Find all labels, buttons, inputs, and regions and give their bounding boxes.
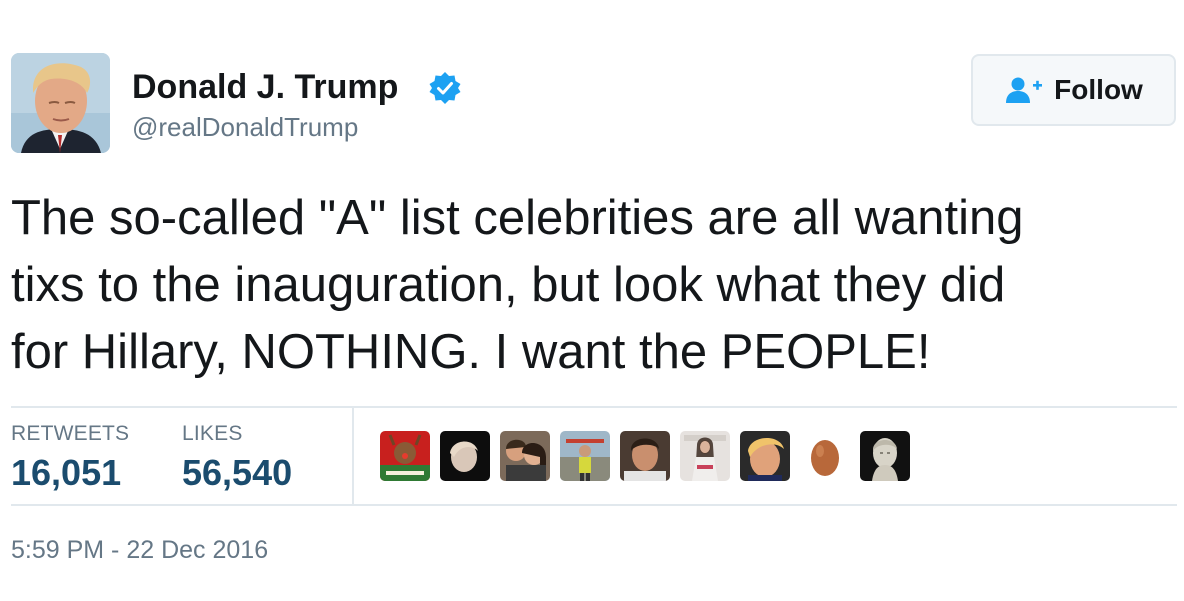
follow-button[interactable]: Follow (971, 54, 1176, 126)
retweets-label: RETWEETS (11, 422, 130, 445)
likes-stat[interactable]: LIKES 56,540 (182, 422, 292, 494)
tweet-timestamp[interactable]: 5:59 PM - 22 Dec 2016 (11, 536, 268, 565)
follow-button-label: Follow (1054, 74, 1143, 105)
tweet-text: The so-called "A" list celebrities are a… (11, 191, 1024, 379)
statue-bust-avatar[interactable] (860, 431, 910, 481)
man-portrait-avatar[interactable] (620, 431, 670, 481)
stats-vertical-divider (352, 408, 354, 504)
likes-label: LIKES (182, 422, 243, 445)
couple-photo-avatar[interactable] (500, 431, 550, 481)
outdoor-photo-avatar[interactable] (560, 431, 610, 481)
christmas-photo-avatar[interactable] (380, 431, 430, 481)
stats-top-divider (11, 406, 1177, 408)
woman-portrait-avatar[interactable] (680, 431, 730, 481)
author-name[interactable]: Donald J. Trump (132, 68, 398, 107)
retweets-count: 16,051 (11, 452, 122, 493)
default-egg-avatar[interactable] (800, 431, 850, 481)
stats-bottom-divider (11, 504, 1177, 506)
dark-portrait-avatar[interactable] (440, 431, 490, 481)
caricature-avatar[interactable] (740, 431, 790, 481)
likes-count: 56,540 (182, 452, 293, 493)
author-avatar[interactable] (11, 53, 110, 153)
verified-badge-icon (428, 71, 462, 105)
retweets-stat[interactable]: RETWEETS 16,051 (11, 422, 129, 494)
add-user-icon (1004, 76, 1044, 104)
author-handle[interactable]: @realDonaldTrump (132, 112, 358, 143)
